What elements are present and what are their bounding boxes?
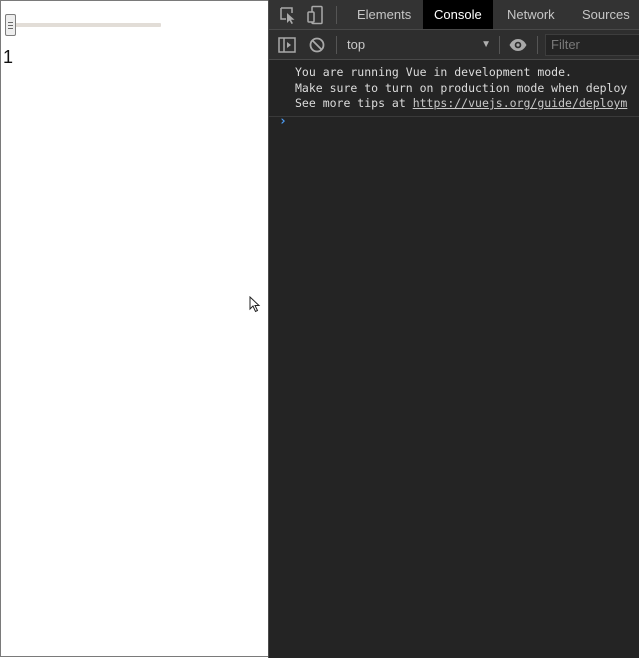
console-message-line: Make sure to turn on production mode whe… bbox=[295, 80, 628, 95]
console-message: You are running Vue in development mode.… bbox=[269, 63, 639, 117]
toolbar-separator bbox=[336, 36, 337, 54]
console-sidebar-icon[interactable] bbox=[277, 35, 297, 55]
tab-elements[interactable]: Elements bbox=[346, 0, 422, 29]
toolbar-separator bbox=[336, 6, 337, 24]
vue-deployment-guide-link[interactable]: https://vuejs.org/guide/deploym bbox=[413, 96, 628, 110]
inspect-element-icon[interactable] bbox=[278, 5, 298, 25]
grip-line bbox=[8, 21, 13, 23]
tab-sources[interactable]: Sources bbox=[571, 0, 639, 29]
toolbar-separator bbox=[499, 36, 500, 54]
devtools-tabbar: Elements Console Network Sources bbox=[269, 0, 639, 30]
console-toolbar: top ▼ Filter bbox=[269, 30, 639, 60]
slider-thumb[interactable] bbox=[5, 14, 16, 36]
tab-console[interactable]: Console bbox=[423, 0, 493, 29]
console-filter-input[interactable]: Filter bbox=[545, 34, 639, 56]
dropdown-arrow-icon: ▼ bbox=[481, 39, 491, 50]
mouse-cursor-icon bbox=[249, 296, 261, 313]
device-toolbar-icon[interactable] bbox=[306, 5, 326, 25]
js-context-select[interactable]: top ▼ bbox=[347, 37, 491, 53]
toolbar-separator bbox=[537, 36, 538, 54]
console-prompt-chevron-icon[interactable]: › bbox=[279, 114, 287, 129]
slider-track[interactable] bbox=[5, 23, 161, 27]
range-slider[interactable] bbox=[5, 14, 161, 38]
grip-line bbox=[8, 24, 13, 26]
live-expression-eye-icon[interactable] bbox=[508, 35, 528, 55]
console-output: You are running Vue in development mode.… bbox=[269, 61, 639, 658]
clear-console-icon[interactable] bbox=[307, 35, 327, 55]
page-viewport: 1 bbox=[0, 0, 268, 657]
context-select-value: top bbox=[347, 37, 366, 52]
screen: 1 Elements Console Network Sources top ▼… bbox=[0, 0, 639, 658]
console-message-line: See more tips at https://vuejs.org/guide… bbox=[295, 96, 639, 112]
slider-value-text: 1 bbox=[3, 47, 14, 67]
grip-line bbox=[8, 27, 13, 29]
console-message-line: You are running Vue in development mode. bbox=[295, 65, 572, 79]
console-message-text: See more tips at bbox=[295, 96, 413, 110]
devtools-panel: Elements Console Network Sources top ▼ F… bbox=[268, 0, 639, 658]
tab-network[interactable]: Network bbox=[496, 0, 566, 29]
